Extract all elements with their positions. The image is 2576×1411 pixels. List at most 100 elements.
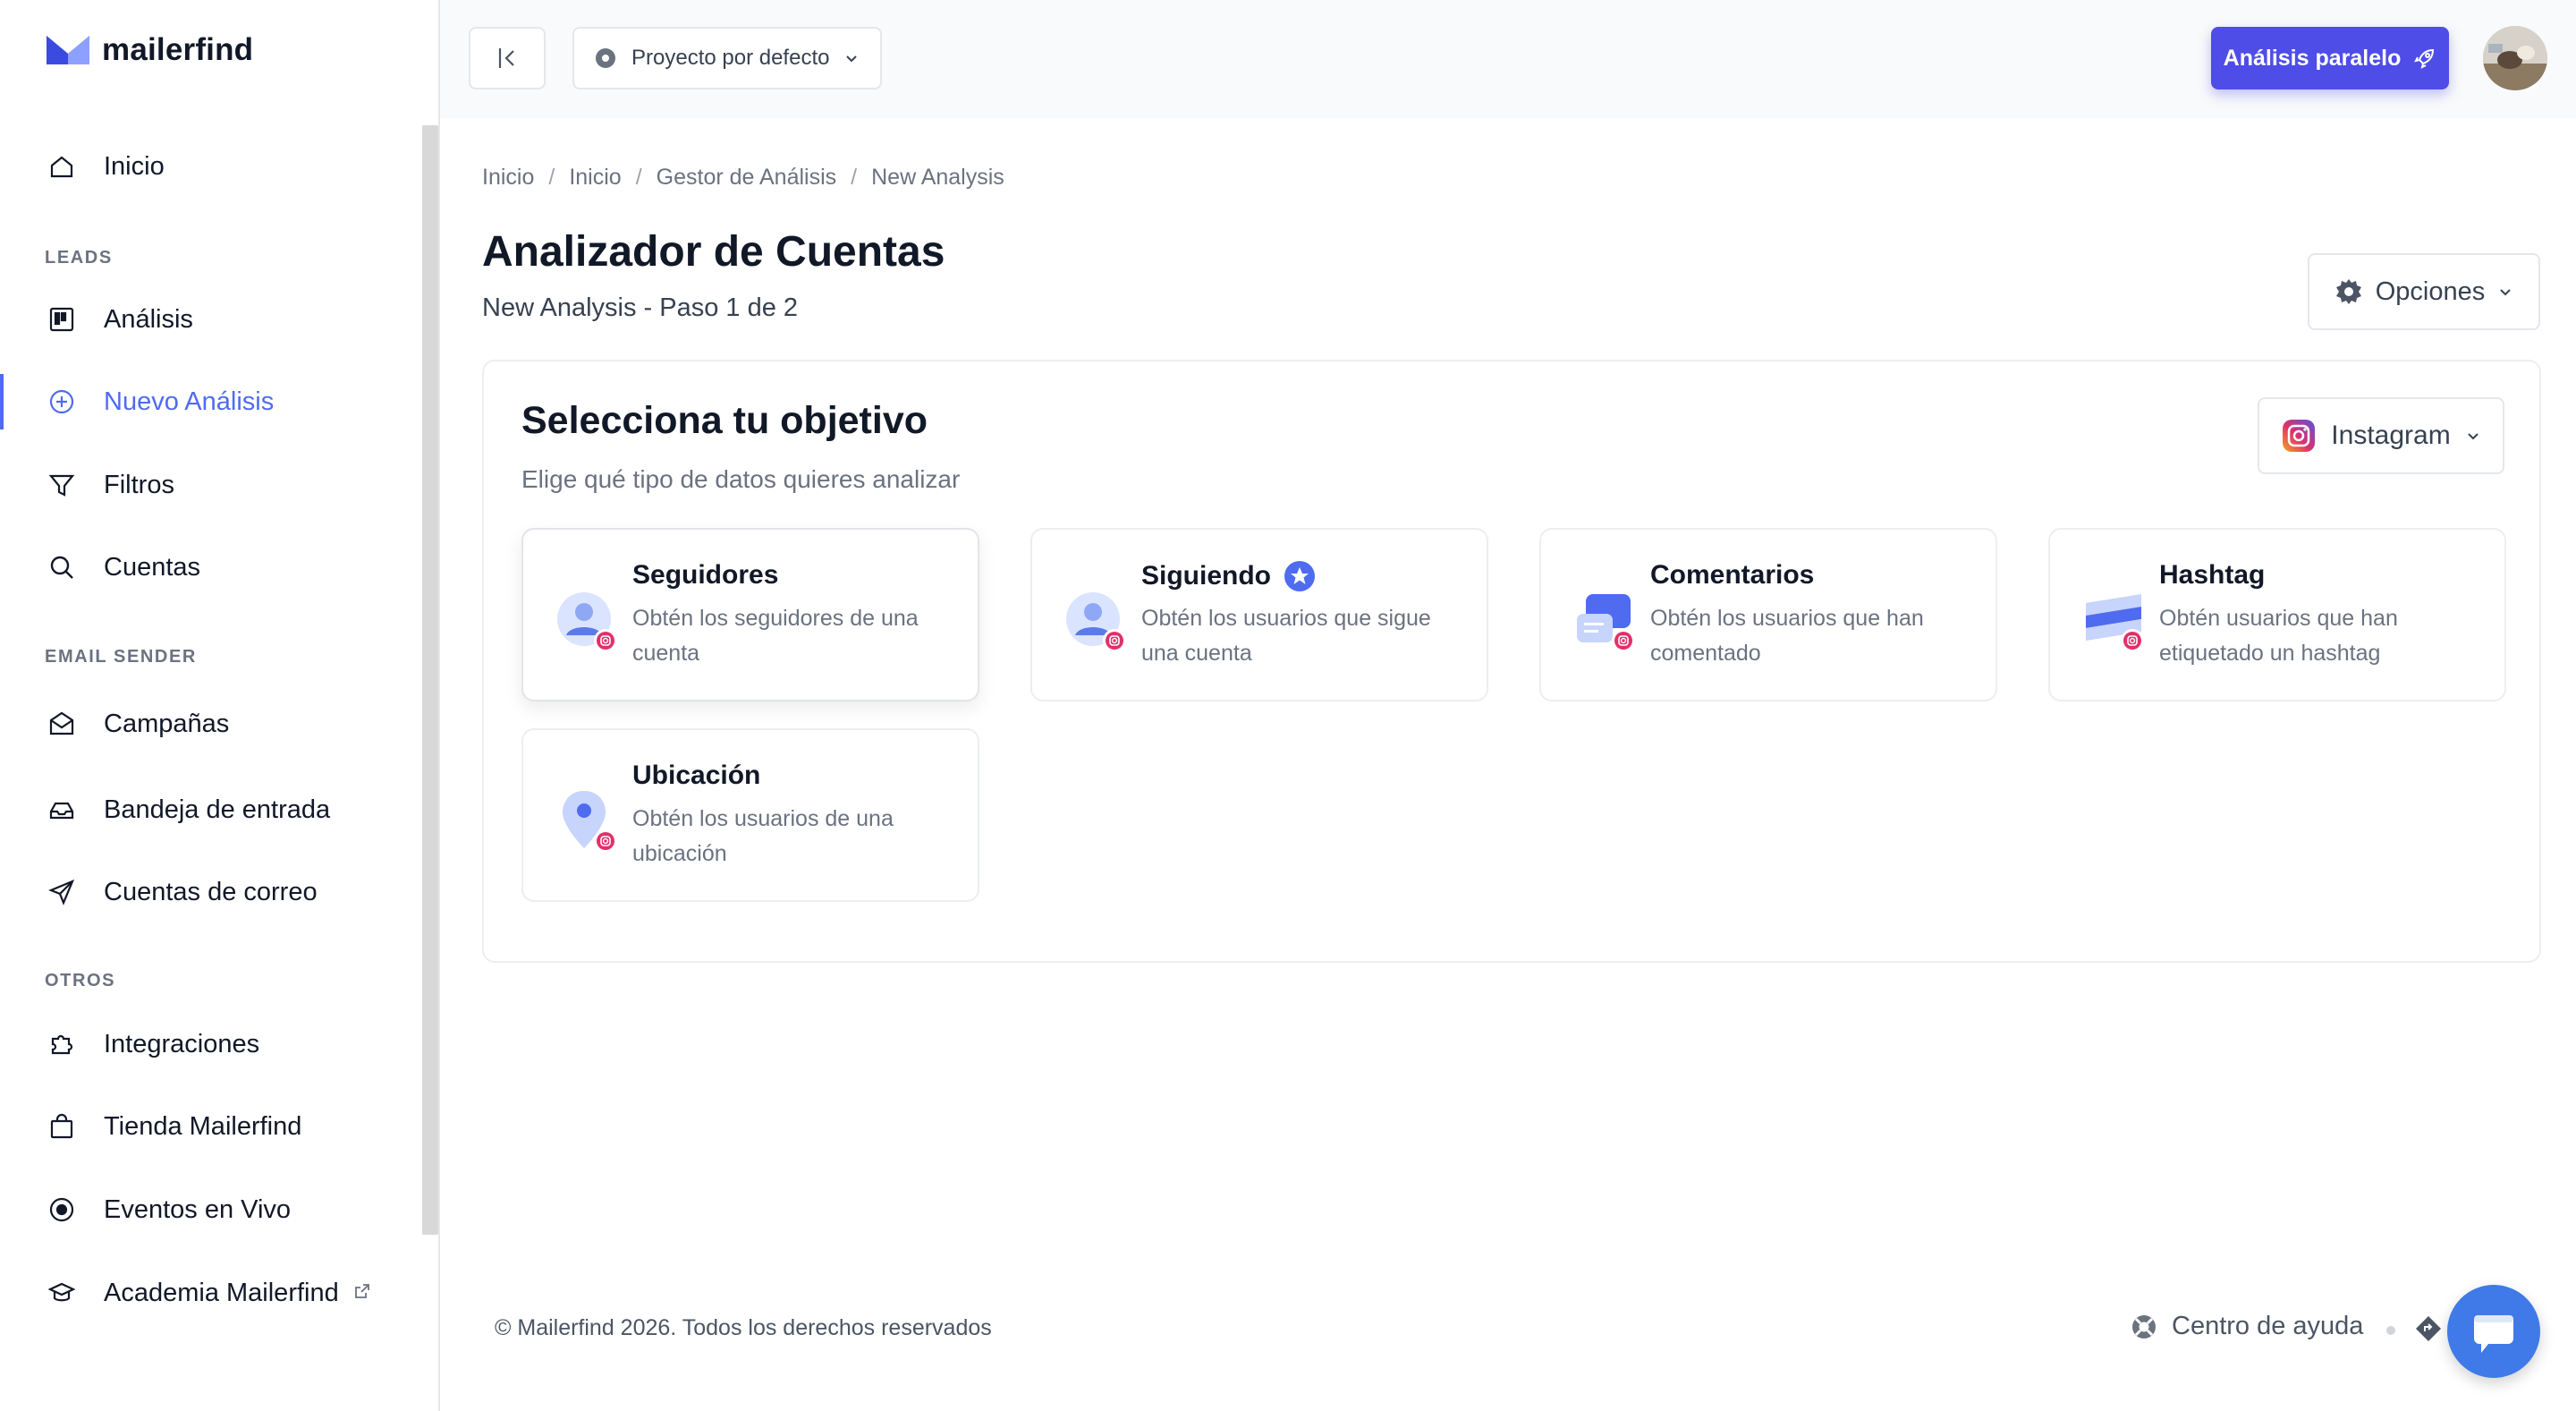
sidebar-item-cuentas-correo[interactable]: Cuentas de correo — [0, 861, 420, 923]
sidebar-item-bandeja[interactable]: Bandeja de entrada — [0, 778, 420, 841]
sidebar-item-integraciones[interactable]: Integraciones — [0, 1013, 420, 1075]
parallel-analysis-button[interactable]: Análisis paralelo — [2211, 27, 2449, 89]
option-hashtag[interactable]: Hashtag Obtén usuarios que han etiquetad… — [2048, 528, 2506, 701]
platform-selector[interactable]: Instagram — [2258, 397, 2504, 474]
directions-icon[interactable] — [2415, 1315, 2442, 1342]
project-name: Proyecto por defecto — [631, 46, 830, 70]
sidebar-item-campanas[interactable]: Campañas — [0, 693, 420, 755]
option-description: Obtén los seguidores de una cuenta — [632, 606, 919, 666]
sidebar-item-label: Análisis — [104, 304, 193, 334]
envelope-icon — [47, 709, 77, 739]
project-selector[interactable]: Proyecto por defecto — [572, 27, 882, 89]
sidebar-item-inicio[interactable]: Inicio — [0, 135, 420, 198]
mailerfind-logo-icon — [47, 36, 89, 64]
chevron-down-icon — [846, 55, 858, 63]
graduation-cap-icon — [47, 1278, 77, 1308]
sidebar: mailerfind Inicio LEADS Análisis Nuevo A… — [0, 0, 440, 1411]
objective-title: Selecciona tu objetivo — [521, 399, 928, 442]
sidebar-item-label: Tienda Mailerfind — [104, 1111, 302, 1141]
parallel-analysis-label: Análisis paralelo — [2223, 45, 2402, 71]
chat-button[interactable] — [2447, 1285, 2540, 1378]
logo[interactable]: mailerfind — [47, 32, 253, 68]
options-button[interactable]: Opciones — [2308, 253, 2540, 330]
sidebar-item-filtros[interactable]: Filtros — [0, 454, 420, 516]
hashtag-icon — [2082, 585, 2147, 657]
sidebar-item-cuentas[interactable]: Cuentas — [0, 536, 420, 599]
chat-icon — [2474, 1315, 2513, 1353]
sidebar-item-label: Integraciones — [104, 1029, 260, 1058]
lifebuoy-icon — [2132, 1314, 2156, 1339]
option-title: Siguiendo — [1141, 560, 1316, 592]
instagram-icon — [2283, 420, 2316, 452]
breadcrumb-item[interactable]: Gestor de Análisis — [657, 165, 837, 191]
option-title-text: Siguiendo — [1141, 561, 1271, 591]
sidebar-item-tienda[interactable]: Tienda Mailerfind — [0, 1095, 420, 1158]
option-comentarios[interactable]: Comentarios Obtén los usuarios que han c… — [1539, 528, 1997, 701]
sidebar-item-academia[interactable]: Academia Mailerfind — [0, 1262, 420, 1324]
option-title: Seguidores — [632, 560, 778, 591]
chevron-down-icon — [2467, 433, 2479, 440]
chevron-down-icon — [2500, 289, 2511, 296]
sidebar-item-analisis[interactable]: Análisis — [0, 288, 420, 351]
collapse-sidebar-button[interactable] — [469, 27, 546, 89]
breadcrumb-separator: / — [635, 165, 642, 190]
avatar[interactable] — [2483, 26, 2547, 90]
sidebar-item-label: Nuevo Análisis — [104, 387, 275, 416]
sidebar-item-label: Cuentas — [104, 552, 201, 582]
breadcrumb-separator: / — [548, 165, 555, 190]
sidebar-item-label: Filtros — [104, 470, 174, 499]
collapse-left-icon — [498, 48, 514, 68]
sidebar-item-label: Eventos en Vivo — [104, 1194, 292, 1224]
brand-name: mailerfind — [102, 32, 254, 67]
option-siguiendo[interactable]: Siguiendo Obtén los usuarios que sigue u… — [1030, 528, 1488, 701]
breadcrumb-current: New Analysis — [871, 165, 1004, 190]
gear-icon — [2335, 279, 2361, 304]
record-icon — [47, 1194, 77, 1225]
section-leads: LEADS — [45, 248, 113, 268]
option-title: Hashtag — [2159, 560, 2265, 591]
breadcrumb-item[interactable]: Inicio — [482, 165, 534, 191]
gear-icon — [596, 48, 615, 68]
option-description: Obtén los usuarios que han comentado — [1650, 606, 1924, 666]
external-link-icon — [353, 1282, 371, 1305]
search-icon — [47, 552, 77, 582]
help-center-label: Centro de ayuda — [2172, 1312, 2364, 1340]
following-icon — [1064, 585, 1129, 657]
page-title: Analizador de Cuentas — [482, 228, 945, 276]
objective-subtitle: Elige qué tipo de datos quieres analizar — [521, 465, 961, 493]
send-icon — [47, 877, 77, 907]
sidebar-scrollbar[interactable] — [422, 125, 438, 1235]
breadcrumb-item[interactable]: Inicio — [569, 165, 621, 191]
premium-star-icon — [1284, 561, 1315, 591]
sidebar-item-label: Campañas — [104, 709, 230, 738]
sidebar-item-label: Bandeja de entrada — [104, 795, 331, 824]
footer-copyright: © Mailerfind 2026. Todos los derechos re… — [495, 1315, 992, 1340]
option-title: Comentarios — [1650, 560, 1814, 591]
comments-icon — [1573, 585, 1638, 657]
options-label: Opciones — [2375, 276, 2486, 306]
option-description: Obtén usuarios que han etiquetado un has… — [2159, 606, 2398, 666]
sidebar-item-nuevo-analisis[interactable]: Nuevo Análisis — [0, 370, 420, 433]
sidebar-item-label: Inicio — [104, 151, 165, 181]
footer-separator-dot — [2386, 1326, 2395, 1335]
sidebar-item-eventos[interactable]: Eventos en Vivo — [0, 1178, 420, 1241]
plus-circle-icon — [47, 387, 77, 417]
puzzle-icon — [47, 1029, 77, 1059]
page-subtitle: New Analysis - Paso 1 de 2 — [482, 293, 799, 322]
option-description: Obtén los usuarios de una ubicación — [632, 806, 894, 866]
option-title-text: Seguidores — [632, 560, 779, 590]
section-email-sender: EMAIL SENDER — [45, 647, 197, 667]
bag-icon — [47, 1111, 77, 1142]
sidebar-item-label: Academia Mailerfind — [104, 1278, 339, 1307]
option-title-text: Hashtag — [2159, 560, 2266, 590]
objective-card: Selecciona tu objetivo Elige qué tipo de… — [482, 360, 2541, 963]
platform-label: Instagram — [2331, 421, 2451, 450]
kanban-icon — [47, 304, 77, 335]
sidebar-item-label: Cuentas de correo — [104, 877, 318, 906]
location-pin-icon — [555, 786, 620, 857]
option-title-text: Comentarios — [1650, 560, 1815, 590]
option-seguidores[interactable]: Seguidores Obtén los seguidores de una c… — [521, 528, 979, 701]
option-ubicacion[interactable]: Ubicación Obtén los usuarios de una ubic… — [521, 728, 979, 902]
rocket-icon — [2414, 48, 2435, 69]
help-center-link[interactable]: Centro de ayuda — [2131, 1312, 2363, 1341]
